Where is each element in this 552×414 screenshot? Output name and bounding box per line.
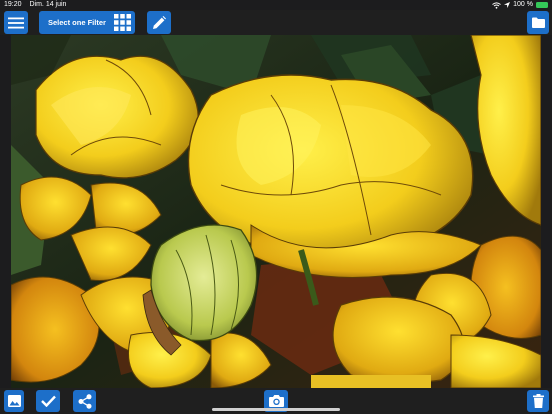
checkmark-icon bbox=[40, 395, 56, 407]
battery-percent: 100 % bbox=[513, 1, 533, 8]
photo-image bbox=[11, 35, 541, 388]
gallery-button[interactable] bbox=[4, 390, 24, 412]
filtered-photo bbox=[11, 35, 541, 388]
status-left: 19:20 Dim. 14 juin bbox=[4, 0, 72, 10]
home-indicator bbox=[212, 408, 340, 411]
status-time: 19:20 bbox=[4, 1, 22, 8]
hamburger-menu-icon bbox=[8, 17, 24, 28]
select-filter-button[interactable]: Select one Filter bbox=[39, 11, 135, 34]
apply-button[interactable] bbox=[36, 390, 60, 412]
status-date: Dim. 14 juin bbox=[29, 1, 67, 8]
folder-button[interactable] bbox=[527, 11, 549, 34]
folder-icon bbox=[531, 17, 545, 28]
pencil-icon bbox=[153, 15, 166, 29]
menu-button[interactable] bbox=[4, 11, 28, 34]
camera-icon bbox=[268, 395, 284, 407]
grid-icon bbox=[114, 14, 131, 31]
share-button[interactable] bbox=[73, 390, 96, 412]
location-arrow-icon bbox=[504, 2, 511, 8]
share-icon bbox=[78, 393, 91, 409]
delete-button[interactable] bbox=[527, 390, 549, 412]
battery-icon bbox=[536, 2, 548, 8]
status-right: 100 % bbox=[492, 0, 548, 10]
edit-button[interactable] bbox=[147, 11, 171, 34]
trash-icon bbox=[532, 394, 544, 408]
status-bar: 19:20 Dim. 14 juin 100 % bbox=[0, 0, 552, 10]
select-filter-label: Select one Filter bbox=[48, 18, 106, 27]
image-gallery-icon bbox=[7, 395, 21, 407]
wifi-icon bbox=[492, 1, 501, 9]
